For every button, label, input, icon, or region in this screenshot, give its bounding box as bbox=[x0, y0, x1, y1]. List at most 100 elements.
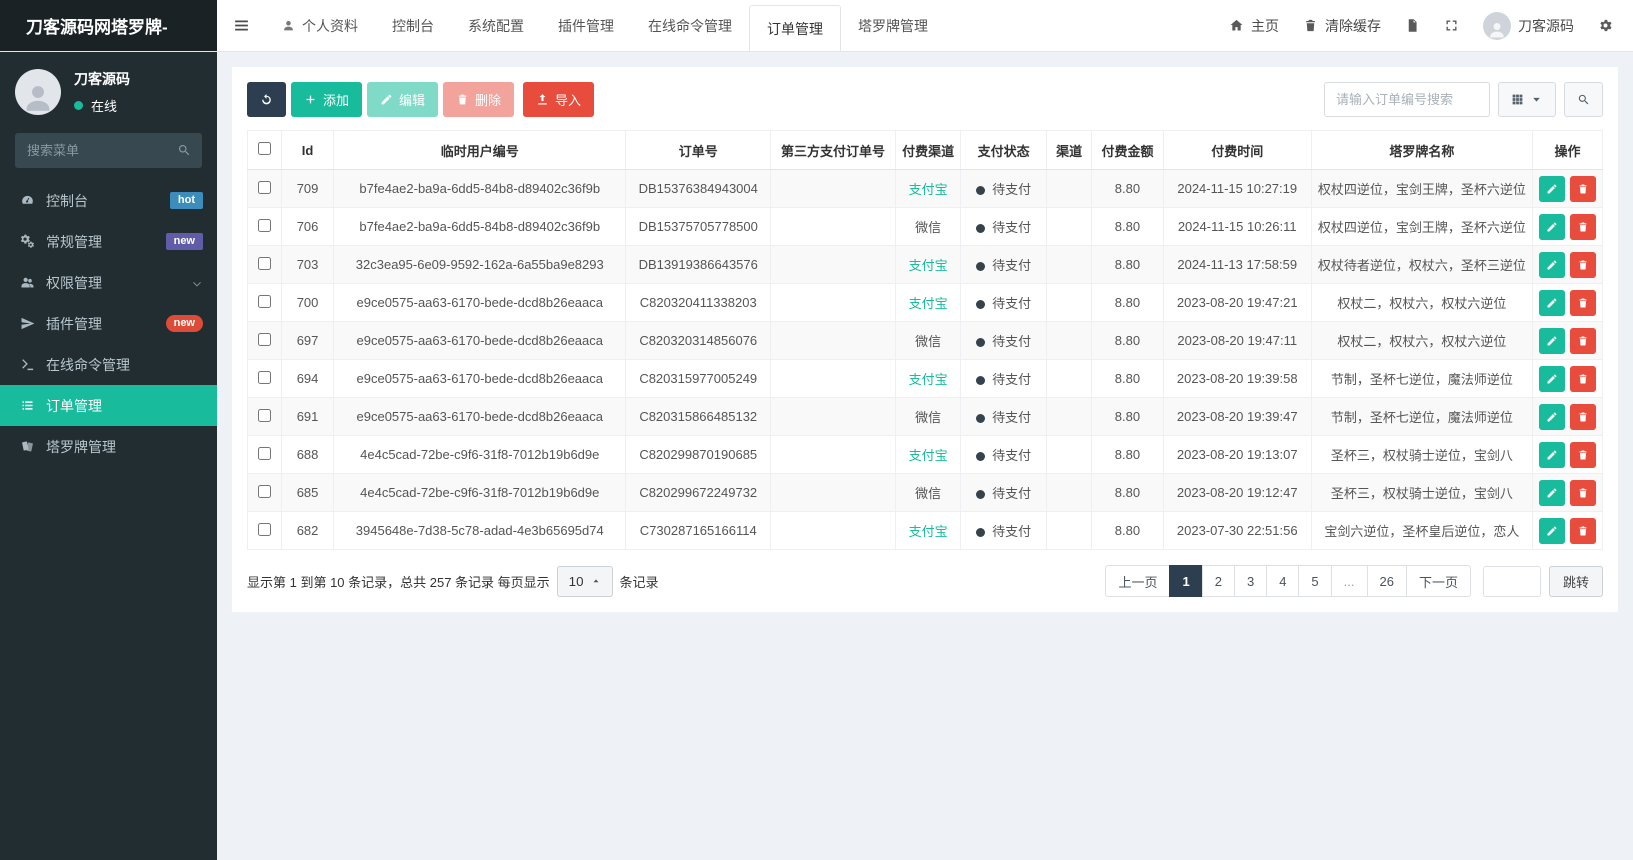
user-menu[interactable]: 刀客源码 bbox=[1483, 11, 1574, 40]
topnav-tab-系统配置[interactable]: 系统配置 bbox=[451, 0, 541, 51]
row-checkbox[interactable] bbox=[258, 294, 272, 308]
delete-label: 删除 bbox=[475, 93, 502, 108]
row-edit-button[interactable] bbox=[1538, 403, 1565, 430]
jump-page-input[interactable] bbox=[1482, 565, 1541, 597]
topnav-tab-订单管理[interactable]: 订单管理 bbox=[749, 5, 841, 51]
select-all-checkbox[interactable] bbox=[258, 142, 272, 155]
brand-logo[interactable]: 刀客源码网塔罗牌- bbox=[0, 0, 217, 51]
jump-button[interactable]: 跳转 bbox=[1548, 565, 1603, 597]
page-button-4[interactable]: 4 bbox=[1266, 565, 1300, 597]
menu-search-input[interactable] bbox=[15, 133, 202, 168]
column-header-付费渠道[interactable]: 付费渠道 bbox=[895, 130, 962, 170]
row-edit-button[interactable] bbox=[1538, 365, 1565, 392]
row-delete-button[interactable] bbox=[1569, 175, 1596, 202]
column-header-塔罗牌名称[interactable]: 塔罗牌名称 bbox=[1310, 130, 1533, 170]
row-checkbox[interactable] bbox=[258, 408, 272, 422]
trash-icon bbox=[1577, 259, 1589, 271]
sidebar-item-订单管理[interactable]: 订单管理 bbox=[0, 385, 217, 426]
row-checkbox[interactable] bbox=[258, 218, 272, 232]
topnav-tab-个人资料[interactable]: 个人资料 bbox=[265, 0, 375, 51]
topnav-tab-在线命令管理[interactable]: 在线命令管理 bbox=[631, 0, 749, 51]
row-checkbox[interactable] bbox=[258, 446, 272, 460]
row-delete-button[interactable] bbox=[1569, 441, 1596, 468]
page-button-2[interactable]: 2 bbox=[1201, 565, 1235, 597]
home-link[interactable]: 主页 bbox=[1229, 16, 1279, 36]
sidebar-item-label: 塔罗牌管理 bbox=[46, 438, 116, 455]
row-checkbox[interactable] bbox=[258, 522, 272, 536]
settings-button[interactable] bbox=[1598, 18, 1613, 33]
row-edit-button[interactable] bbox=[1538, 175, 1565, 202]
sidebar-toggle-button[interactable] bbox=[217, 0, 265, 51]
trash-icon bbox=[1577, 373, 1589, 385]
row-edit-button[interactable] bbox=[1538, 479, 1565, 506]
sidebar-item-插件管理[interactable]: 插件管理 new bbox=[0, 303, 217, 344]
import-button[interactable]: 导入 bbox=[523, 82, 595, 117]
sidebar-item-常规管理[interactable]: 常规管理 new bbox=[0, 221, 217, 262]
cell-third bbox=[770, 321, 897, 360]
column-header-渠道[interactable]: 渠道 bbox=[1046, 130, 1093, 170]
sidebar-item-权限管理[interactable]: 权限管理 bbox=[0, 262, 217, 303]
row-delete-button[interactable] bbox=[1569, 213, 1596, 240]
topnav-tab-塔罗牌管理[interactable]: 塔罗牌管理 bbox=[841, 0, 945, 51]
refresh-button[interactable] bbox=[247, 82, 286, 117]
topnav-tab-插件管理[interactable]: 插件管理 bbox=[541, 0, 631, 51]
clear-cache-link[interactable]: 清除缓存 bbox=[1303, 16, 1381, 36]
cell-time: 2023-08-20 19:13:07 bbox=[1162, 435, 1312, 474]
search-button[interactable] bbox=[1564, 82, 1603, 117]
sidebar-item-塔罗牌管理[interactable]: 塔罗牌管理 bbox=[0, 426, 217, 467]
cell-tarot: 节制，圣杯七逆位，魔法师逆位 bbox=[1310, 359, 1533, 398]
next-page-button[interactable]: 下一页 bbox=[1405, 565, 1471, 597]
row-edit-button[interactable] bbox=[1538, 327, 1565, 354]
column-header-付费时间[interactable]: 付费时间 bbox=[1162, 130, 1312, 170]
column-header-付费金额[interactable]: 付费金额 bbox=[1091, 130, 1164, 170]
row-delete-button[interactable] bbox=[1569, 289, 1596, 316]
row-checkbox[interactable] bbox=[258, 370, 272, 384]
cell-user: b7fe4ae2-ba9a-6dd5-84b8-d89402c36f9b bbox=[333, 169, 627, 208]
row-delete-button[interactable] bbox=[1569, 365, 1596, 392]
column-header-临时用户编号[interactable]: 临时用户编号 bbox=[333, 130, 627, 170]
edit-button[interactable]: 编辑 bbox=[367, 82, 439, 117]
cell-channel: 微信 bbox=[895, 321, 962, 360]
row-checkbox[interactable] bbox=[258, 256, 272, 270]
row-checkbox[interactable] bbox=[258, 180, 272, 194]
row-delete-button[interactable] bbox=[1569, 403, 1596, 430]
status-dot-icon bbox=[976, 489, 986, 499]
delete-button[interactable]: 删除 bbox=[443, 82, 515, 117]
cell-order: DB13919386643576 bbox=[625, 245, 772, 284]
row-edit-button[interactable] bbox=[1538, 441, 1565, 468]
row-delete-button[interactable] bbox=[1569, 251, 1596, 278]
row-delete-button[interactable] bbox=[1569, 517, 1596, 544]
add-button[interactable]: 添加 bbox=[291, 82, 363, 117]
row-delete-button[interactable] bbox=[1569, 327, 1596, 354]
cell-id: 694 bbox=[281, 359, 335, 398]
column-header-支付状态[interactable]: 支付状态 bbox=[960, 130, 1048, 170]
row-checkbox[interactable] bbox=[258, 332, 272, 346]
column-header-Id[interactable]: Id bbox=[281, 130, 335, 170]
row-edit-button[interactable] bbox=[1538, 289, 1565, 316]
sidebar-item-控制台[interactable]: 控制台 hot bbox=[0, 180, 217, 221]
docs-button[interactable] bbox=[1405, 18, 1420, 33]
topnav-tab-控制台[interactable]: 控制台 bbox=[375, 0, 451, 51]
row-edit-button[interactable] bbox=[1538, 517, 1565, 544]
prev-page-button[interactable]: 上一页 bbox=[1105, 565, 1171, 597]
column-header-订单号[interactable]: 订单号 bbox=[625, 130, 772, 170]
submenu-toggle bbox=[191, 275, 203, 291]
row-edit-button[interactable] bbox=[1538, 213, 1565, 240]
fullscreen-button[interactable] bbox=[1444, 18, 1459, 33]
online-status-label: 在线 bbox=[91, 99, 118, 114]
cell-order: C730287165166114 bbox=[625, 511, 772, 550]
order-search-input[interactable] bbox=[1324, 82, 1490, 117]
row-delete-button[interactable] bbox=[1569, 479, 1596, 506]
column-header-第三方支付订单号[interactable]: 第三方支付订单号 bbox=[770, 130, 897, 170]
row-edit-button[interactable] bbox=[1538, 251, 1565, 278]
search-icon bbox=[177, 143, 191, 157]
column-header-操作[interactable]: 操作 bbox=[1531, 130, 1604, 170]
row-checkbox[interactable] bbox=[258, 484, 272, 498]
page-button-5[interactable]: 5 bbox=[1298, 565, 1332, 597]
sidebar-item-在线命令管理[interactable]: 在线命令管理 bbox=[0, 344, 217, 385]
page-size-dropdown[interactable]: 10 bbox=[556, 565, 613, 597]
page-button-3[interactable]: 3 bbox=[1233, 565, 1268, 597]
columns-dropdown-button[interactable] bbox=[1498, 82, 1556, 117]
page-button-1[interactable]: 1 bbox=[1169, 565, 1203, 597]
page-button-26[interactable]: 26 bbox=[1366, 565, 1407, 597]
